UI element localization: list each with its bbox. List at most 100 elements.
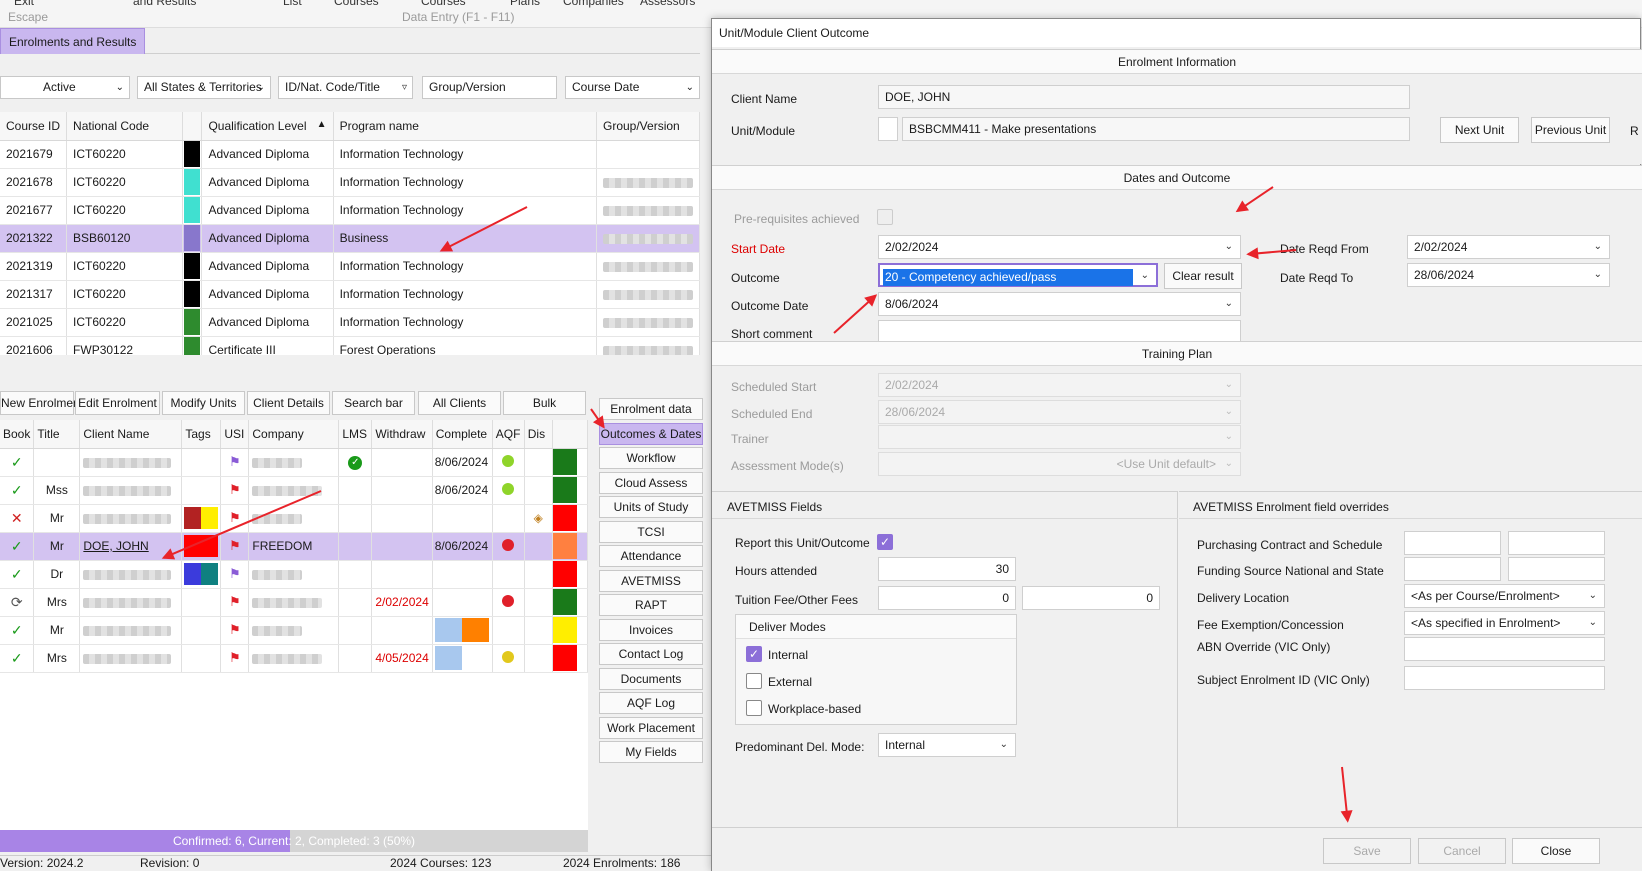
ribbon-courses[interactable]: Courses	[334, 0, 379, 8]
course-row[interactable]: 2021679 ICT60220 Advanced Diploma Informati…	[0, 140, 700, 169]
client-row[interactable]: ✓ Mss ⚑ 8/06/2024	[0, 476, 588, 505]
side-tab-contact-log[interactable]: Contact Log	[599, 643, 703, 665]
search-bar-button[interactable]: Search bar	[332, 391, 415, 415]
col-withdraw[interactable]: Withdraw	[371, 420, 433, 449]
status-filter[interactable]: Active ⌄	[0, 76, 130, 99]
side-tab-rapt[interactable]: RAPT	[599, 594, 703, 616]
course-row[interactable]: 2021678 ICT60220 Advanced Diploma Informati…	[0, 168, 700, 197]
outcome-date-picker[interactable]: 8/06/2024 ⌄	[878, 292, 1241, 316]
side-tab-attendance[interactable]: Attendance	[599, 545, 703, 567]
col-company[interactable]: Company	[248, 420, 340, 449]
course-row[interactable]: 2021317 ICT60220 Advanced Diploma Informati…	[0, 280, 700, 309]
side-tab-enrolment-data[interactable]: Enrolment data	[599, 398, 703, 420]
purchasing-contract-input[interactable]	[1404, 531, 1501, 555]
client-name[interactable]: DOE, JOHN	[83, 539, 148, 553]
ribbon-list[interactable]: List	[283, 0, 302, 8]
filter-icon[interactable]: ▿	[402, 77, 407, 98]
course-row[interactable]: 2021606 FWP30122 Certificate III Forest Ope…	[0, 336, 700, 355]
client-row[interactable]: ✓ Mr DOE, JOHN ⚑ FREEDOM 8/06/2024	[0, 532, 588, 561]
all-clients-button[interactable]: All Clients	[418, 391, 501, 415]
side-tab-my-fields[interactable]: My Fields	[599, 741, 703, 763]
client-row[interactable]: ✓ Dr ⚑	[0, 560, 588, 589]
col-dis[interactable]: Dis	[524, 420, 553, 449]
group-filter[interactable]: Group/Version	[422, 76, 557, 99]
start-date-picker[interactable]: 2/02/2024 ⌄	[878, 235, 1241, 259]
clear-result-button[interactable]: Clear result	[1164, 263, 1242, 289]
exit-button[interactable]: Exit	[14, 0, 34, 8]
side-tab-workflow[interactable]: Workflow	[599, 447, 703, 469]
col-tags[interactable]: Tags	[181, 420, 222, 449]
col-complete[interactable]: Complete	[432, 420, 493, 449]
side-tab-cloud-assess[interactable]: Cloud Assess	[599, 471, 703, 494]
subject-enrolment-input[interactable]	[1404, 666, 1605, 690]
save-button[interactable]: Save	[1323, 838, 1411, 864]
side-tab-aqf-log[interactable]: AQF Log	[599, 692, 703, 714]
side-tab-tcsi[interactable]: TCSI	[599, 520, 703, 543]
course-row[interactable]: 2021677 ICT60220 Advanced Diploma Informati…	[0, 196, 700, 225]
outcome-select[interactable]: 20 - Competency achieved/pass ⌄	[878, 263, 1158, 287]
col-lms[interactable]: LMS	[338, 420, 373, 449]
course-date-filter[interactable]: Course Date ⌄	[565, 76, 700, 99]
cancel-button[interactable]: Cancel	[1418, 838, 1506, 864]
client-row[interactable]: ✓ Mrs ⚑ 4/05/2024	[0, 644, 588, 673]
course-row[interactable]: 2021322 BSB60120 Advanced Diploma Business	[0, 224, 700, 253]
delivery-label: Delivery Location	[1197, 591, 1290, 605]
tuition-fee-input[interactable]: 0	[878, 586, 1016, 610]
close-button[interactable]: Close	[1512, 838, 1600, 864]
edit-enrolment-button[interactable]: Edit Enrolment	[75, 391, 160, 415]
col-national-code[interactable]: National Code	[66, 112, 184, 141]
col-qualification-level[interactable]: Qualification Level ▲	[201, 112, 334, 141]
delivery-location-select[interactable]: <As per Course/Enrolment> ⌄	[1404, 584, 1605, 608]
side-tab-outcomes-dates[interactable]: Outcomes & Dates	[599, 422, 703, 445]
ribbon-courses-2[interactable]: Courses	[421, 0, 466, 8]
client-row[interactable]: ✓ ⚑ ✓ 8/06/2024	[0, 448, 588, 477]
col-title[interactable]: Title	[33, 420, 81, 449]
predominant-select[interactable]: Internal ⌄	[878, 733, 1016, 757]
previous-unit-button[interactable]: Previous Unit	[1531, 117, 1610, 143]
client-row[interactable]: ✕ Mr ⚑ ◈	[0, 504, 588, 533]
course-row[interactable]: 2021319 ICT60220 Advanced Diploma Informati…	[0, 252, 700, 281]
fee-exemption-select[interactable]: <As specified in Enrolment> ⌄	[1404, 611, 1605, 635]
ribbon-plans[interactable]: Plans	[510, 0, 540, 8]
purchasing-schedule-input[interactable]	[1508, 531, 1605, 555]
report-checkbox[interactable]: ✓	[877, 534, 893, 550]
internal-checkbox[interactable]: ✓	[746, 646, 762, 662]
col-color[interactable]	[182, 112, 203, 141]
next-unit-button[interactable]: Next Unit	[1440, 117, 1519, 143]
modify-units-button[interactable]: Modify Units	[162, 391, 245, 415]
external-checkbox[interactable]	[746, 673, 762, 689]
other-fees-input[interactable]: 0	[1022, 586, 1160, 610]
side-tab-invoices[interactable]: Invoices	[599, 618, 703, 641]
funding-state-input[interactable]	[1508, 557, 1605, 581]
client-row[interactable]: ⟳ Mrs ⚑ 2/02/2024	[0, 588, 588, 617]
ribbon-enrolments-results[interactable]: and Results	[133, 0, 196, 8]
search-input[interactable]: ID/Nat. Code/Title ▿	[278, 76, 413, 99]
col-client-name[interactable]: Client Name	[79, 420, 183, 449]
tab-enrolments-results[interactable]: Enrolments and Results	[0, 28, 146, 54]
client-row[interactable]: ✓ Mr ⚑	[0, 616, 588, 645]
col-aqf[interactable]: AQF	[492, 420, 525, 449]
col-usi[interactable]: USI	[220, 420, 250, 449]
side-tab-documents[interactable]: Documents	[599, 667, 703, 690]
col-book[interactable]: Book	[0, 420, 35, 449]
hours-input[interactable]: 30	[878, 557, 1016, 581]
date-reqd-from-picker[interactable]: 2/02/2024 ⌄	[1407, 235, 1610, 259]
bulk-button[interactable]: Bulk	[503, 391, 586, 415]
abn-input[interactable]	[1404, 637, 1605, 661]
client-details-button[interactable]: Client Details	[247, 391, 330, 415]
new-enrolment-button[interactable]: New Enrolment	[0, 391, 83, 415]
col-program-name[interactable]: Program name	[333, 112, 598, 141]
date-reqd-to-picker[interactable]: 28/06/2024 ⌄	[1407, 263, 1610, 287]
course-row[interactable]: 2021025 ICT60220 Advanced Diploma Informati…	[0, 308, 700, 337]
workplace-checkbox[interactable]	[746, 700, 762, 716]
side-tab-work-placement[interactable]: Work Placement	[599, 716, 703, 739]
ribbon-assessors[interactable]: Assessors	[640, 0, 695, 8]
usi-cell: ⚑	[220, 476, 250, 505]
col-course-id[interactable]: Course ID	[0, 112, 68, 141]
ribbon-companies[interactable]: Companies	[563, 0, 624, 8]
states-filter[interactable]: All States & Territories ⌄	[137, 76, 271, 99]
side-tab-avetmiss[interactable]: AVETMISS	[599, 569, 703, 592]
side-tab-units-of-study[interactable]: Units of Study	[599, 496, 703, 518]
funding-national-input[interactable]	[1404, 557, 1501, 581]
col-group-version[interactable]: Group/Version	[596, 112, 700, 141]
